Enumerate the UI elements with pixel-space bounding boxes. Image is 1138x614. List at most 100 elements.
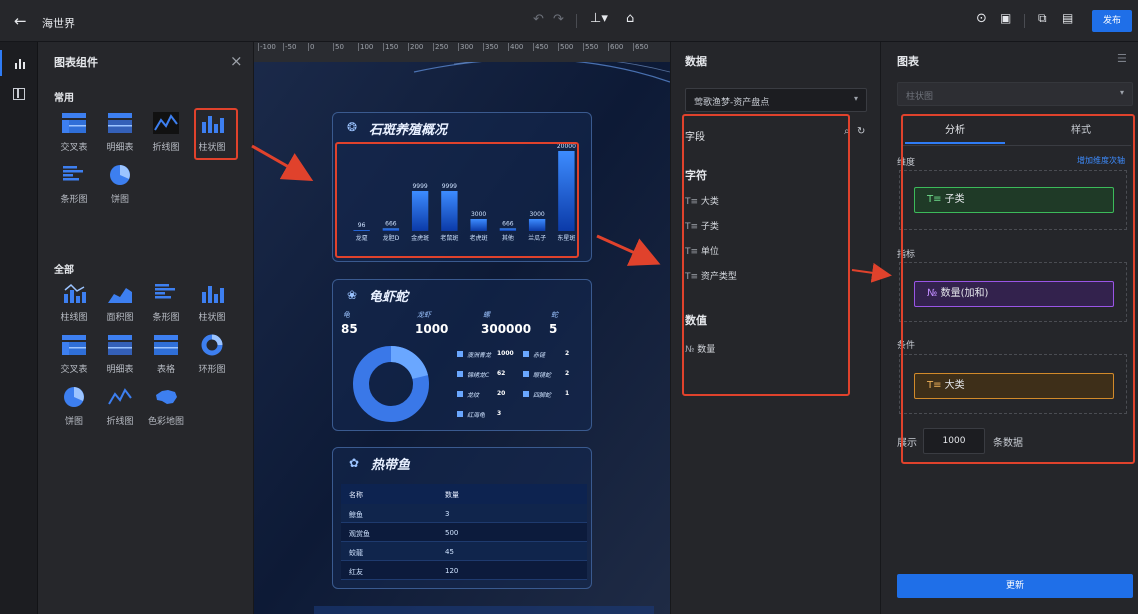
line-chart-icon: [153, 112, 179, 134]
chart-tile-label: 交叉表: [60, 143, 88, 153]
legend-value: 20: [497, 390, 506, 397]
card2-title: 龟虾蛇: [369, 290, 409, 305]
chart-tile-label: 明细表: [106, 365, 134, 375]
legend-value: 3: [497, 410, 502, 417]
card3-title: 热带鱼: [371, 458, 411, 473]
close-icon[interactable]: ×: [230, 52, 243, 70]
chevron-down-icon: ▾: [1120, 88, 1125, 97]
publish-button[interactable]: 发布: [1092, 10, 1132, 32]
table-header: 名称 数量: [341, 484, 587, 504]
stat-value: 85: [341, 322, 358, 336]
common-section-label: 常用: [54, 93, 74, 104]
chart-tile-pie-chart[interactable]: 饼图: [100, 164, 140, 205]
library-title: 图表组件: [54, 56, 98, 69]
tropical-fish-card[interactable]: ✿ 热带鱼 名称 数量 鲸鱼 3 观赏鱼 500 蛟龍 45 红友 120: [332, 447, 592, 589]
chart-type-value: 柱状图: [906, 92, 934, 102]
chart-tile-line-chart[interactable]: 折线图: [100, 386, 140, 427]
rail-charts-icon[interactable]: [0, 50, 38, 76]
chart-type-select[interactable]: 柱状图 ▾: [897, 82, 1133, 106]
stat-value: 5: [549, 322, 558, 336]
chart-tile-label: 条形图: [152, 313, 180, 323]
legend-value: 1: [565, 390, 570, 397]
update-button[interactable]: 更新: [897, 574, 1133, 598]
legend-name: 四脚蛇: [533, 392, 552, 399]
design-canvas[interactable]: -100 -50 0 50 100 150 200 250 300 350 400 450 500 550…: [254, 42, 670, 614]
legend-value: 2: [565, 350, 570, 357]
legend-value: 62: [497, 370, 506, 377]
legend-name: 眼镜蛇: [533, 372, 552, 379]
ruler-tick: 350: [483, 43, 499, 51]
chart-tile-map[interactable]: 色彩地图: [146, 386, 186, 427]
hbar-chart-icon: [61, 164, 87, 186]
chart-tile-donut[interactable]: 环形图: [192, 334, 232, 375]
ruler-tick: 250: [433, 43, 449, 51]
chart-tile-table[interactable]: 表格: [146, 334, 186, 375]
chart-tile-label: 条形图: [60, 195, 88, 205]
pie-chart-icon: [107, 164, 133, 186]
chart-tile-label: 柱状图: [198, 313, 226, 323]
export-icon[interactable]: ⧉: [1038, 11, 1047, 26]
chart-tile-cross-table[interactable]: 交叉表: [54, 112, 94, 153]
chart-tile-detail-table[interactable]: 明细表: [100, 334, 140, 375]
highlight-canvas-chart: [335, 142, 579, 258]
refresh-icon[interactable]: ↻: [857, 126, 865, 137]
legend-name: 澳洲青龙: [467, 352, 492, 359]
donut-chart: [353, 346, 429, 422]
update-label: 更新: [1005, 581, 1024, 591]
ruler-tick: 200: [408, 43, 424, 51]
card1-title: 石斑养殖概况: [369, 123, 448, 138]
cross-table-icon: [61, 112, 87, 134]
cell-name: 蛟龍: [349, 549, 363, 557]
ruler-tick: -50: [283, 43, 297, 51]
publish-label: 发布: [1102, 16, 1121, 26]
detail-table-icon: [107, 334, 133, 356]
turtle-shrimp-snake-card[interactable]: ❀ 龟虾蛇 龟 85 龙虾 1000 螺 300000 蛇 5 澳洲青龙 1000 锦绣龙C 62 龙纹…: [332, 279, 592, 431]
collapse-icon[interactable]: ☰: [1117, 52, 1127, 65]
stat-value: 1000: [415, 322, 449, 336]
chart-tile-hbar-chart[interactable]: 条形图: [54, 164, 94, 205]
undo-icon[interactable]: ↶: [533, 12, 544, 27]
rail-layout-icon[interactable]: [13, 88, 25, 100]
fish-icon: ❂: [347, 120, 358, 134]
chart-tile-label: 折线图: [152, 143, 180, 153]
legend-name: 红海龟: [467, 412, 486, 419]
chart-tile-line-chart[interactable]: 折线图: [146, 112, 186, 153]
stat-label: 龙虾: [417, 311, 431, 319]
stat-label: 螺: [483, 311, 490, 319]
cell-count: 45: [445, 548, 454, 556]
chart-tile-hbar-chart[interactable]: 条形图: [146, 282, 186, 323]
legend-swatch: [457, 411, 463, 417]
ruler-tick: 550: [583, 43, 599, 51]
back-arrow-icon[interactable]: ←: [14, 12, 27, 30]
chart-tile-bar-chart[interactable]: 柱状图: [192, 282, 232, 323]
chart-tile-label: 交叉表: [60, 365, 88, 375]
cell-name: 鲸鱼: [349, 511, 363, 519]
stat-value: 300000: [481, 322, 532, 336]
align-icon[interactable]: ⊥▾: [590, 11, 608, 26]
chart-tile-label: 表格: [156, 365, 175, 375]
canvas-ruler: -100 -50 0 50 100 150 200 250 300 350 400 450 500 550…: [254, 42, 670, 62]
chart-tile-cross-table[interactable]: 交叉表: [54, 334, 94, 375]
chart-tile-pie-chart[interactable]: 饼图: [54, 386, 94, 427]
dataset-select[interactable]: 莺歌渔梦-资产盘点 ▾: [685, 88, 867, 112]
redo-icon[interactable]: ↷: [553, 12, 564, 27]
chart-tile-label: 面积图: [106, 313, 134, 323]
cross-table-icon: [61, 334, 87, 356]
preview-icon[interactable]: ⊙: [976, 11, 987, 26]
data-title: 数据: [685, 55, 707, 68]
chart-tile-label: 环形图: [198, 365, 226, 375]
bar-chart-icon: [199, 282, 225, 304]
save-icon[interactable]: ▤: [1062, 11, 1073, 25]
chart-tile-bar-line[interactable]: 柱线图: [54, 282, 94, 323]
chart-tile-label: 折线图: [106, 417, 134, 427]
left-rail: [0, 42, 38, 614]
screenshot-icon[interactable]: ▣: [1000, 11, 1011, 25]
legend-swatch: [523, 351, 529, 357]
legend-name: 赤链: [533, 352, 546, 359]
chart-tile-detail-table[interactable]: 明细表: [100, 112, 140, 153]
chart-tile-label: 明细表: [106, 143, 134, 153]
chart-tile-area-chart[interactable]: 面积图: [100, 282, 140, 323]
lock-icon[interactable]: ⌂: [626, 11, 634, 26]
hbar-chart-icon: [153, 282, 179, 304]
ruler-tick: 50: [333, 43, 344, 51]
